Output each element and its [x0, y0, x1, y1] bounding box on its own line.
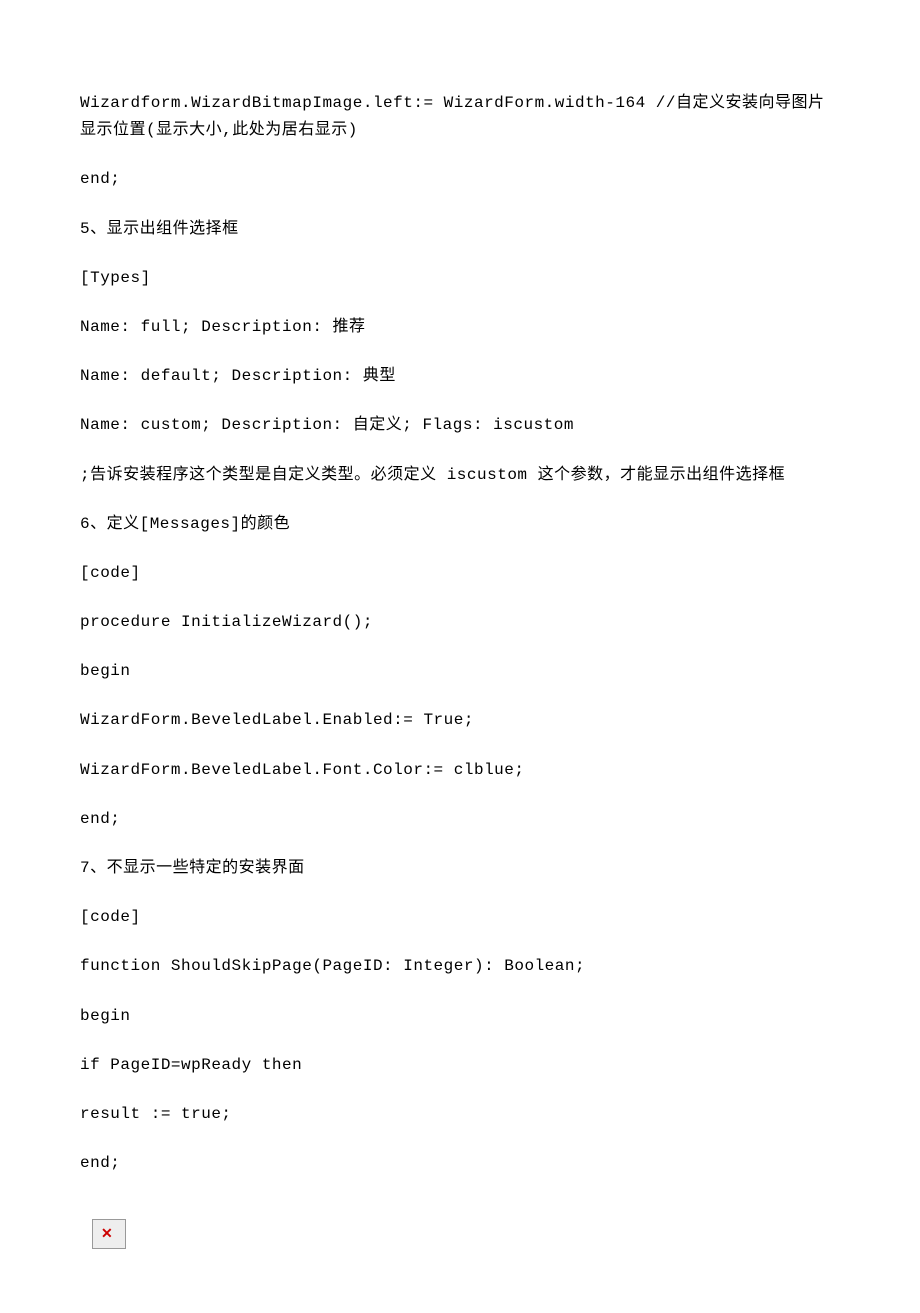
- code-line: begin: [80, 658, 840, 685]
- code-line: [code]: [80, 904, 840, 931]
- code-line: function ShouldSkipPage(PageID: Integer)…: [80, 953, 840, 980]
- broken-image-symbol: ✕: [101, 1226, 115, 1240]
- code-line: WizardForm.BeveledLabel.Font.Color:= clb…: [80, 757, 840, 784]
- code-line: Wizardform.WizardBitmapImage.left:= Wiza…: [80, 90, 840, 144]
- code-line: procedure InitializeWizard();: [80, 609, 840, 636]
- section-heading: 6、定义[Messages]的颜色: [80, 511, 840, 538]
- code-line: begin: [80, 1003, 840, 1030]
- code-line: Name: full; Description: 推荐: [80, 314, 840, 341]
- document-page: Wizardform.WizardBitmapImage.left:= Wiza…: [0, 0, 920, 1313]
- comment-line: ;告诉安装程序这个类型是自定义类型。必须定义 iscustom 这个参数，才能显…: [80, 462, 840, 489]
- section-heading: 7、不显示一些特定的安装界面: [80, 855, 840, 882]
- code-line: Name: custom; Description: 自定义; Flags: i…: [80, 412, 840, 439]
- code-line: [code]: [80, 560, 840, 587]
- code-line: [Types]: [80, 265, 840, 292]
- code-line: if PageID=wpReady then: [80, 1052, 840, 1079]
- section-heading: 5、显示出组件选择框: [80, 216, 840, 243]
- code-line: result := true;: [80, 1101, 840, 1128]
- broken-image-icon: ✕: [92, 1219, 126, 1249]
- code-line: end;: [80, 806, 840, 833]
- code-line: end;: [80, 1150, 840, 1177]
- code-line: Name: default; Description: 典型: [80, 363, 840, 390]
- code-line: end;: [80, 166, 840, 193]
- code-line: WizardForm.BeveledLabel.Enabled:= True;: [80, 707, 840, 734]
